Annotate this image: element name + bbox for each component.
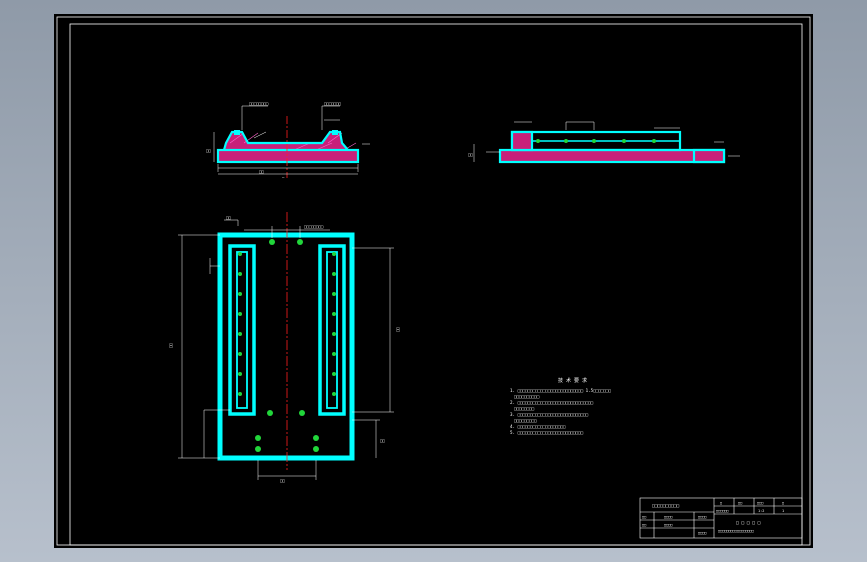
side-hatch [500, 150, 724, 162]
cad-drawing: □□ — □□□□□□□□ □□□□□□□ □□ □□ □□ □□ □□ □□ … [56, 16, 811, 546]
top-callout-right: □□□□□□□ [324, 101, 341, 106]
top-dim-bottom: □□ [259, 169, 264, 174]
title-cell: □□ [642, 523, 647, 527]
plan-dim-top-left: □□ [226, 215, 231, 220]
drawing-subtitle: □□□□□□□□□□□□□□□□□ [718, 529, 755, 533]
plan-dim-left: □□ [168, 343, 173, 348]
title-cell: □ [720, 501, 723, 505]
note-line: □□□□□□□□□ [514, 418, 537, 423]
side-hole [564, 139, 568, 143]
top-section-view: □□ — □□□□□□□□ □□□□□□□ □□ [206, 101, 370, 180]
side-right-block [692, 148, 726, 164]
notes-heading: 技 术 要 求 [558, 377, 587, 384]
title-block: □□□□□□□□□□ □□ □□□□ □□□□ □□ □□□□ □□□□ □ □… [639, 497, 803, 539]
plan-dim-top-right: □□□□□□□□ [304, 224, 324, 229]
note-line: 2. □□□□□□□□□□□□□□□□□□□□□□□□□□□□□□ [510, 400, 594, 405]
title-cell: □□□□□□ [716, 509, 730, 513]
note-line: □□□□□□□□□□ [514, 394, 540, 399]
right-slot-inner [326, 251, 338, 409]
title-cell: □□□□ [698, 515, 707, 519]
left-slot [228, 244, 256, 416]
inner-frame [69, 23, 803, 546]
title-cell: □□□ [757, 501, 764, 505]
plan-dim-right: □□ [395, 327, 400, 332]
left-slot-inner [236, 251, 248, 409]
drawing-title: □ □ □ □ □ [736, 521, 761, 526]
side-hole [622, 139, 626, 143]
outer-border [56, 16, 811, 546]
side-hole [652, 139, 656, 143]
note-line: 1. □□□□□□□□□□□□□□□□□□□□□□□□□□ 1.5□□□□□□□ [510, 388, 611, 393]
sheet-count: 1 [782, 509, 784, 513]
title-cell: □□□□ [664, 523, 673, 527]
note-line: □□□□□□□□ [514, 406, 535, 411]
right-rib [332, 130, 338, 135]
left-rib [234, 130, 240, 135]
scale-value: 1:2 [758, 509, 764, 513]
side-hole [592, 139, 596, 143]
side-left-block [510, 130, 534, 152]
title-cell: □□ [642, 515, 647, 519]
side-section-view: □□ [468, 121, 740, 164]
top-dim-side: □□ [206, 148, 211, 153]
side-hole [536, 139, 540, 143]
right-slot [318, 244, 346, 416]
title-cell: □□ [738, 501, 743, 505]
title-block-label: □□□□□□□□□□ [652, 504, 679, 509]
plan-dim-bottom: □□ [280, 478, 285, 483]
svg-text:—: — [282, 175, 285, 180]
plan-outer-frame [217, 232, 355, 461]
note-line: 5. □□□□□□□□□□□□□□□□□□□□□□□□□□ [510, 430, 584, 435]
note-line: 4. □□□□□□□□□□□□□□□□□□□ [510, 424, 566, 429]
note-line: 3. □□□□□□□□□□□□□□□□□□□□□□□□□□□□ [510, 412, 589, 417]
technical-notes: 技 术 要 求 1. □□□□□□□□□□□□□□□□□□□□□□□□□□ 1.… [510, 377, 611, 435]
title-cell: □□□□ [698, 531, 707, 535]
plan-view: □□ □□ □□ □□ □□ □□□□□□□□ [168, 212, 400, 483]
side-dim: □□ [468, 152, 473, 157]
top-callout-left: □□□□□□□□ [249, 101, 269, 106]
plan-dim-right-lower: □□ [380, 438, 385, 443]
title-cell: □□□□ [664, 515, 673, 519]
drawing-sheet: □□ — □□□□□□□□ □□□□□□□ □□ □□ □□ □□ □□ □□ … [54, 14, 813, 548]
title-cell: □ [782, 501, 785, 505]
